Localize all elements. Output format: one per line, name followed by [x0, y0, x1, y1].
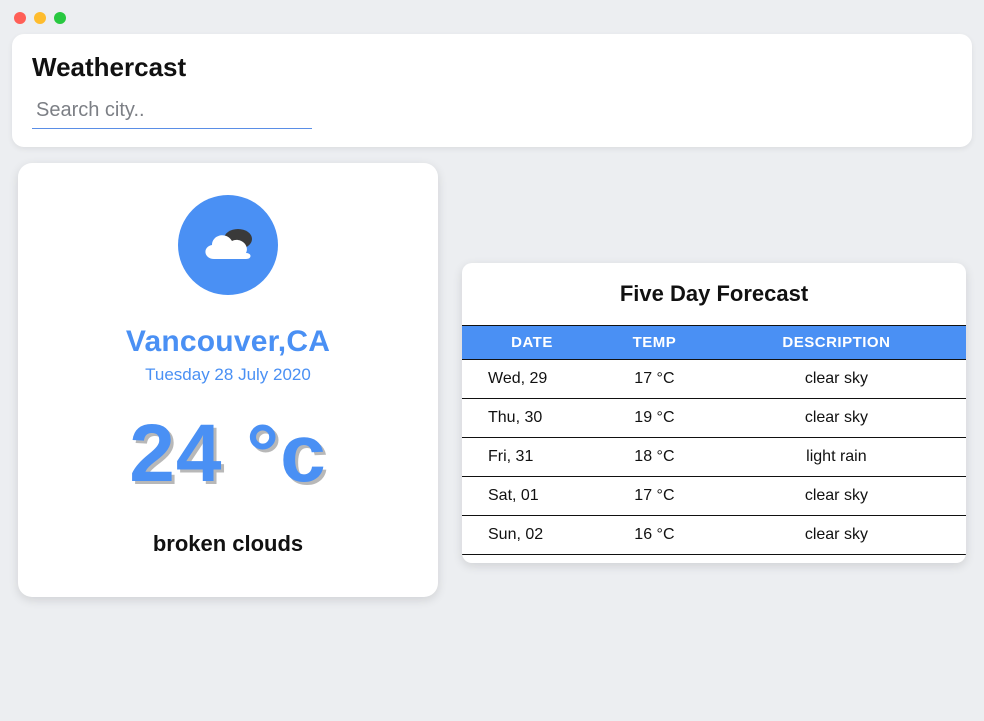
table-row: Fri, 31 18 °C light rain	[462, 438, 966, 477]
close-window-button[interactable]	[14, 12, 26, 24]
forecast-title: Five Day Forecast	[462, 281, 966, 307]
forecast-table: DATE TEMP DESCRIPTION Wed, 29 17 °C clea…	[462, 325, 966, 555]
col-desc: DESCRIPTION	[707, 326, 966, 360]
table-row: Thu, 30 19 °C clear sky	[462, 399, 966, 438]
cell-desc: clear sky	[707, 399, 966, 438]
col-date: DATE	[462, 326, 602, 360]
cell-temp: 18 °C	[602, 438, 707, 477]
cell-date: Thu, 30	[462, 399, 602, 438]
cell-date: Sat, 01	[462, 477, 602, 516]
table-row: Wed, 29 17 °C clear sky	[462, 360, 966, 399]
header-card: Weathercast	[12, 34, 972, 147]
forecast-card: Five Day Forecast DATE TEMP DESCRIPTION …	[462, 263, 966, 563]
cell-temp: 17 °C	[602, 477, 707, 516]
col-temp: TEMP	[602, 326, 707, 360]
cell-temp: 16 °C	[602, 516, 707, 555]
cell-date: Sun, 02	[462, 516, 602, 555]
cell-desc: clear sky	[707, 516, 966, 555]
cell-desc: clear sky	[707, 360, 966, 399]
table-row: Sun, 02 16 °C clear sky	[462, 516, 966, 555]
current-weather-card: Vancouver,CA Tuesday 28 July 2020 24 °c …	[18, 163, 438, 597]
cell-desc: light rain	[707, 438, 966, 477]
search-city-input[interactable]	[32, 95, 312, 129]
minimize-window-button[interactable]	[34, 12, 46, 24]
cell-temp: 19 °C	[602, 399, 707, 438]
cell-desc: clear sky	[707, 477, 966, 516]
cell-temp: 17 °C	[602, 360, 707, 399]
app-title: Weathercast	[32, 52, 952, 83]
table-row: Sat, 01 17 °C clear sky	[462, 477, 966, 516]
cloud-icon	[196, 219, 260, 272]
current-temperature: 24 °c	[38, 413, 418, 495]
current-date: Tuesday 28 July 2020	[38, 365, 418, 385]
location-name: Vancouver,CA	[38, 325, 418, 359]
window-chrome	[0, 0, 984, 34]
maximize-window-button[interactable]	[54, 12, 66, 24]
cell-date: Fri, 31	[462, 438, 602, 477]
cell-date: Wed, 29	[462, 360, 602, 399]
weather-icon-circle	[178, 195, 278, 295]
current-condition: broken clouds	[38, 531, 418, 557]
